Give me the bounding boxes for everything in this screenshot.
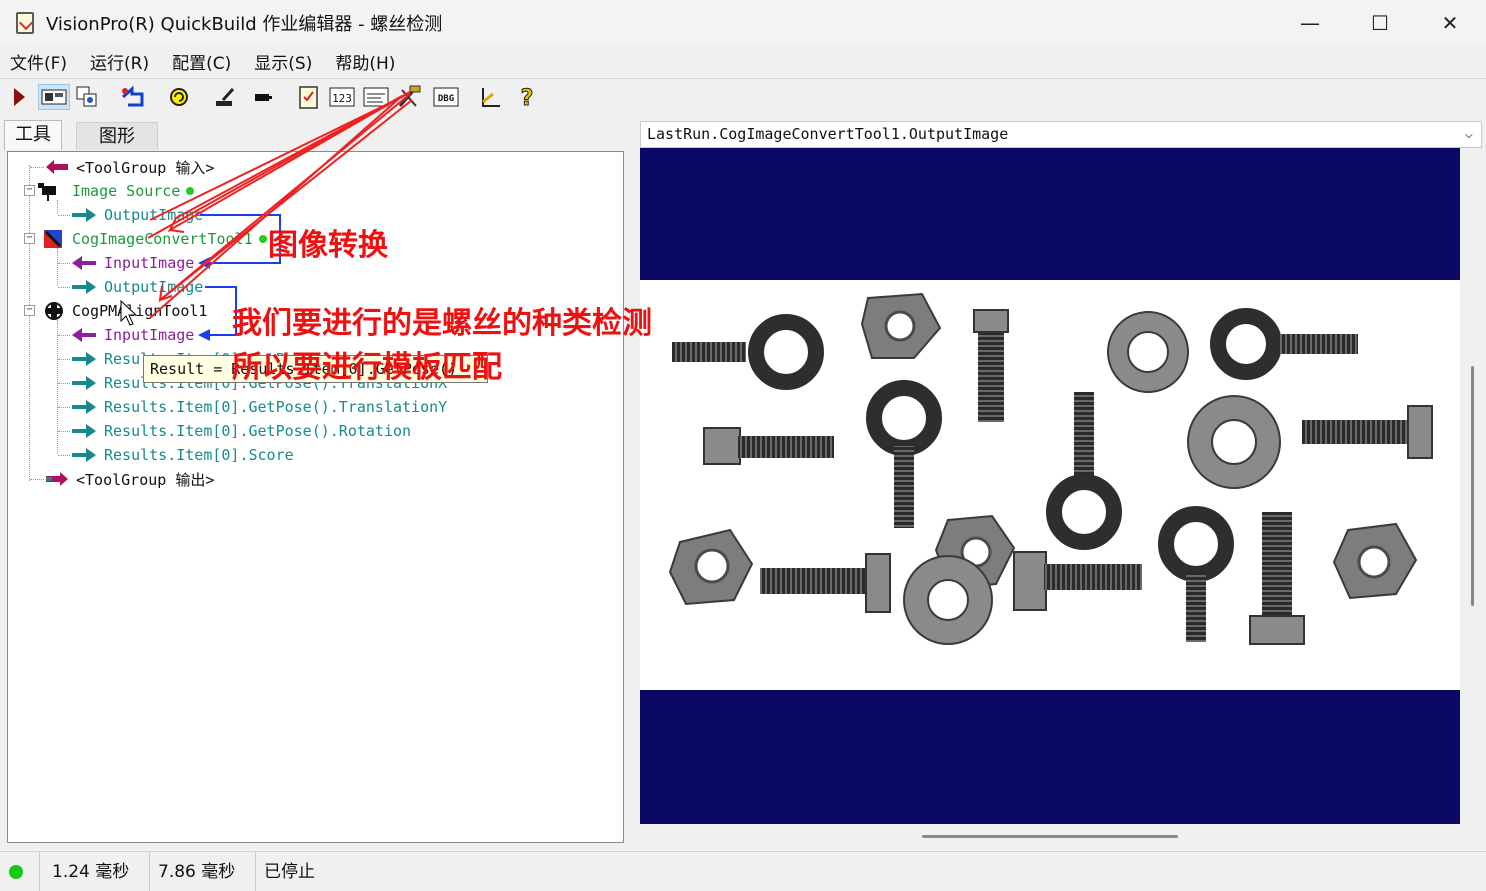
menu-file[interactable]: 文件(F) xyxy=(10,49,67,74)
annotation-template-matching: 所以要进行模板匹配 xyxy=(232,350,502,385)
tree-row-image-source-output[interactable]: OutputImage xyxy=(58,203,203,227)
tree-guide-line xyxy=(29,165,30,481)
reset-icon[interactable] xyxy=(120,84,146,110)
annotation-screw-detection: 我们要进行的是螺丝的种类检测 xyxy=(232,306,652,341)
number-icon[interactable]: 123 xyxy=(328,84,356,110)
input-group-label: <ToolGroup 输入> xyxy=(76,158,215,177)
toolgroup-output-icon xyxy=(46,472,68,486)
quickbuild-window: VisionPro(R) QuickBuild 作业编辑器 - 螺丝检测 — ☐… xyxy=(0,0,1486,891)
annotation-image-convert: 图像转换 xyxy=(268,228,388,263)
result-label: Results.Item[0].GetPose().Rotation xyxy=(104,422,412,440)
tree-row-result[interactable]: Results.Item[0].Score xyxy=(58,443,294,467)
tree-row-image-source[interactable]: Image Source xyxy=(36,179,195,203)
pin-icon[interactable] xyxy=(250,84,276,110)
mouse-cursor-icon xyxy=(120,300,138,326)
tree-row-output-group[interactable]: <ToolGroup 输出> xyxy=(30,467,214,491)
expander-pm-tool[interactable]: − xyxy=(24,305,35,316)
tree-row-convert-output[interactable]: OutputImage xyxy=(58,275,203,299)
window-title: VisionPro(R) QuickBuild 作业编辑器 - 螺丝检测 xyxy=(46,14,443,35)
output-arrow-icon xyxy=(72,448,96,462)
image-selector-dropdown[interactable]: LastRun.CogImageConvertTool1.OutputImage… xyxy=(640,121,1482,148)
pm-input-label: InputImage xyxy=(104,326,195,344)
image-display[interactable] xyxy=(640,148,1460,824)
left-tabs: 工具 图形 xyxy=(4,120,158,150)
output-arrow-icon xyxy=(72,376,96,390)
tab-graphics[interactable]: 图形 xyxy=(76,122,158,150)
tree-row-convert-input[interactable]: InputImage xyxy=(58,251,194,275)
result-label: Results.Item[0].GetPose().TranslationY xyxy=(104,398,448,416)
output-arrow-icon xyxy=(72,424,96,438)
edit-icon[interactable] xyxy=(212,84,238,110)
app-clipboard-icon xyxy=(16,12,34,34)
camera-icon xyxy=(38,183,56,201)
pm-tool-label: CogPMAlignTool1 xyxy=(72,302,208,320)
pm-align-tool-icon xyxy=(45,302,63,320)
toggle-display-icon[interactable] xyxy=(38,84,70,110)
copy-tool-icon[interactable] xyxy=(74,84,100,110)
dbg-icon[interactable]: DBG xyxy=(432,84,460,110)
image-bottom-band xyxy=(640,690,1460,824)
image-convert-tool-icon xyxy=(44,230,62,248)
menu-bar: 文件(F) 运行(R) 配置(C) 显示(S) 帮助(H) xyxy=(0,46,1486,76)
tree-row-result[interactable]: Results.Item[0].GetPose().TranslationY xyxy=(58,395,447,419)
status-time-last: 1.24 毫秒 xyxy=(46,852,150,891)
output-arrow-icon xyxy=(72,400,96,414)
convert-tool-label: CogImageConvertTool1 xyxy=(72,230,253,248)
rotate-icon[interactable] xyxy=(166,84,192,110)
tree-row-result[interactable]: Results.Item[0].GetPose().Rotation xyxy=(58,419,411,443)
measure-icon[interactable] xyxy=(478,84,504,110)
number-icon-label: 123 xyxy=(332,92,352,105)
screws-image xyxy=(668,292,1433,645)
status-ok-icon xyxy=(186,187,195,195)
terminal-icon[interactable] xyxy=(362,84,390,110)
status-state: 已停止 xyxy=(264,862,315,882)
image-source-label: Image Source xyxy=(72,182,181,200)
status-bar: 1.24 毫秒 7.86 毫秒 已停止 xyxy=(0,851,1486,891)
input-arrow-icon xyxy=(72,256,96,270)
toolbar: 123 DBG ? xyxy=(0,78,1486,114)
output-group-label: <ToolGroup 输出> xyxy=(76,470,215,489)
input-arrow-icon xyxy=(72,328,96,342)
job-properties-icon[interactable] xyxy=(296,84,322,110)
chevron-down-icon[interactable]: ⌵ xyxy=(1465,122,1473,147)
help-icon[interactable]: ? xyxy=(514,84,540,111)
horizontal-scrollbar[interactable] xyxy=(922,835,1178,838)
expander-convert-tool[interactable]: − xyxy=(24,233,35,244)
menu-run[interactable]: 运行(R) xyxy=(90,49,149,74)
tools-icon[interactable] xyxy=(396,84,422,110)
image-source-output-label: OutputImage xyxy=(104,206,204,224)
status-led-cell xyxy=(0,852,40,891)
run-icon[interactable] xyxy=(6,84,32,110)
tab-tools[interactable]: 工具 xyxy=(4,120,62,150)
tree-row-input-group[interactable]: <ToolGroup 输入> xyxy=(30,155,214,179)
maximize-button[interactable]: ☐ xyxy=(1345,0,1415,46)
menu-display[interactable]: 显示(S) xyxy=(254,49,312,74)
image-top-band xyxy=(640,148,1460,280)
title-bar: VisionPro(R) QuickBuild 作业编辑器 - 螺丝检测 — ☐… xyxy=(0,0,1486,46)
output-arrow-icon xyxy=(72,208,96,222)
output-arrow-icon xyxy=(72,352,96,366)
expander-image-source[interactable]: − xyxy=(24,185,35,196)
status-time-total: 7.86 毫秒 xyxy=(152,852,256,891)
convert-input-label: InputImage xyxy=(104,254,195,272)
menu-config[interactable]: 配置(C) xyxy=(172,49,231,74)
result-label: Results.Item[0].Score xyxy=(104,446,294,464)
close-button[interactable]: ✕ xyxy=(1415,0,1485,46)
image-selector-value: LastRun.CogImageConvertTool1.OutputImage xyxy=(647,125,1009,143)
tree-row-pm-input[interactable]: InputImage xyxy=(58,323,194,347)
convert-output-label: OutputImage xyxy=(104,278,204,296)
svg-text:?: ? xyxy=(521,86,534,110)
minimize-button[interactable]: — xyxy=(1275,0,1345,46)
vertical-scrollbar[interactable] xyxy=(1471,366,1474,606)
menu-help[interactable]: 帮助(H) xyxy=(335,49,395,74)
output-arrow-icon xyxy=(72,280,96,294)
tree-row-convert-tool[interactable]: CogImageConvertTool1 xyxy=(42,227,267,251)
dbg-icon-label: DBG xyxy=(438,94,454,104)
toolgroup-input-icon xyxy=(46,160,68,174)
status-ok-icon xyxy=(258,235,267,243)
